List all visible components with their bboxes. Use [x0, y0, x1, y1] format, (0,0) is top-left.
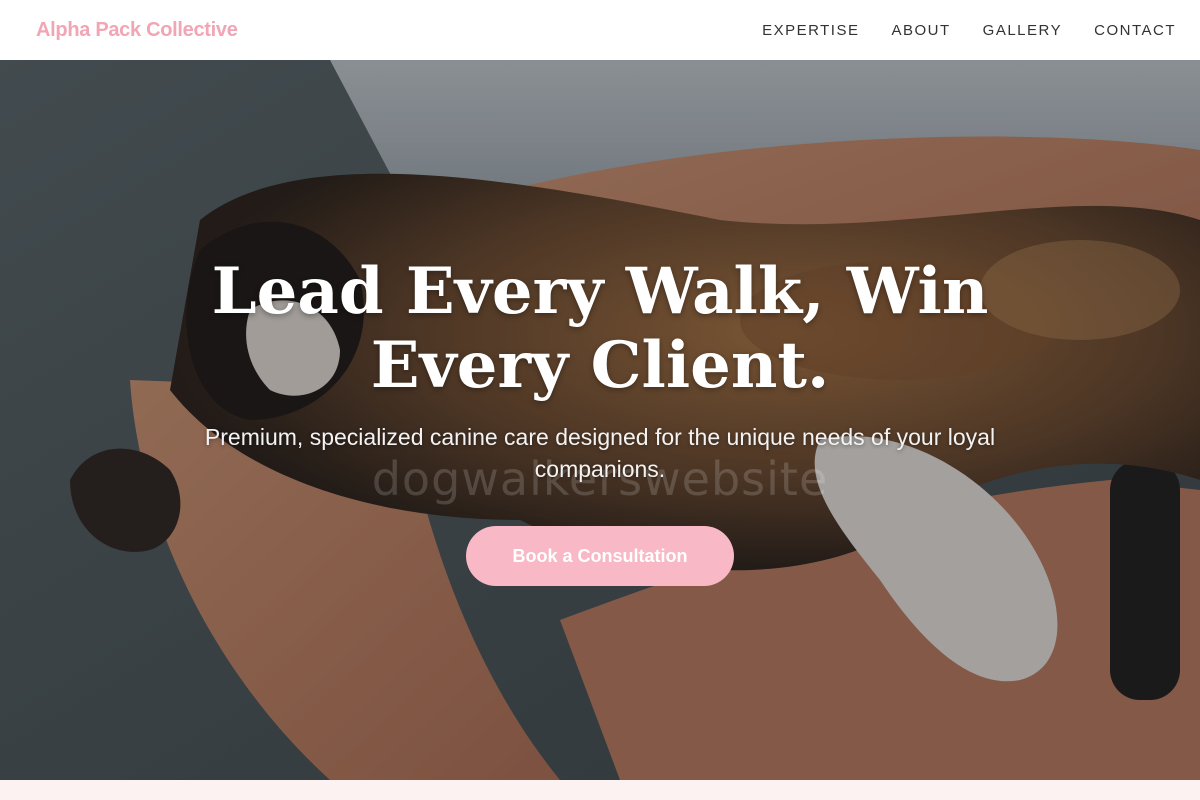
hero-title: Lead Every Walk, Win Every Client. — [211, 254, 989, 403]
top-navbar: Alpha Pack Collective EXPERTISE ABOUT GA… — [0, 0, 1200, 60]
nav-link-contact[interactable]: CONTACT — [1094, 22, 1176, 39]
nav-link-expertise[interactable]: EXPERTISE — [762, 22, 859, 39]
hero-subtitle: Premium, specialized canine care designe… — [204, 424, 996, 482]
main-nav: EXPERTISE ABOUT GALLERY CONTACT — [762, 22, 1176, 39]
nav-link-gallery[interactable]: GALLERY — [983, 22, 1062, 39]
brand-logo-link[interactable]: Alpha Pack Collective — [36, 19, 238, 42]
hero-section: dogwalkerswebsite Lead Every Walk, Win E… — [0, 60, 1200, 780]
book-consultation-button[interactable]: Book a Consultation — [466, 526, 734, 586]
nav-link-about[interactable]: ABOUT — [891, 22, 950, 39]
next-section-edge — [0, 780, 1200, 800]
hero-content: Lead Every Walk, Win Every Client. Premi… — [0, 255, 1200, 586]
